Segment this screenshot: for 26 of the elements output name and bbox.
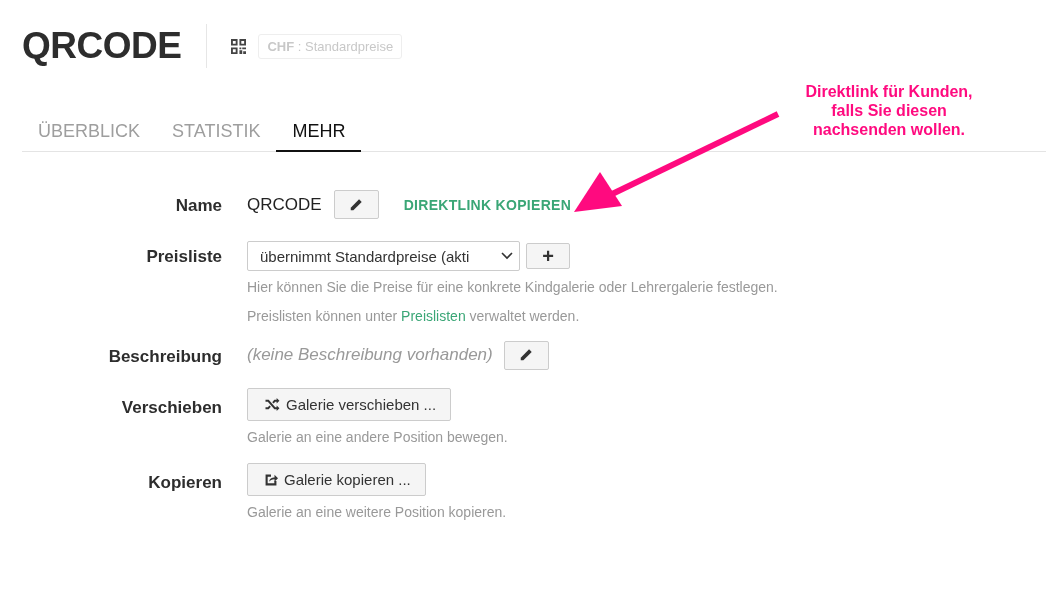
- help-text: Preislisten können unter Preislisten verwaltet werden.: [247, 307, 581, 325]
- qr-code-icon[interactable]: [231, 38, 247, 54]
- help-text: Hier können Sie die Preise für eine konkrete Kindgalerie oder Lehrergalerie festlegen.: [247, 279, 778, 296]
- price-list-select[interactable]: übernimmt Standardpreise (akti: [247, 241, 520, 271]
- field-label: Beschreibung: [107, 345, 222, 367]
- help-text: Galerie an eine weitere Position kopieren.: [247, 504, 507, 522]
- gallery-name: QRCODE: [247, 194, 322, 215]
- field-label: Kopieren: [147, 472, 222, 494]
- add-button[interactable]: +: [526, 243, 570, 269]
- move-button[interactable]: Galerie verschieben ...: [247, 387, 452, 421]
- page-title: QRCODE: [22, 25, 182, 67]
- pencil-icon: [349, 197, 364, 212]
- field-label: Verschieben: [120, 396, 222, 418]
- chevron-down-icon: [501, 252, 513, 260]
- help-text: Galerie an eine andere Position bewegen.: [247, 428, 508, 446]
- annotation-text: Direktlink für Kunden, falls Sie diesen nachsenden wollen.: [804, 82, 974, 140]
- pencil-icon: [519, 348, 534, 363]
- tab[interactable]: MEHR: [276, 113, 362, 152]
- copy-button[interactable]: Galerie kopieren ...: [247, 463, 426, 497]
- share-icon: [264, 472, 278, 487]
- description-text: (keine Beschreibung vorhanden): [247, 345, 493, 366]
- field-label: Preisliste: [145, 246, 222, 267]
- edit-button[interactable]: [503, 340, 549, 370]
- edit-button[interactable]: [333, 190, 379, 219]
- shuffle-icon: [264, 397, 280, 411]
- field-label: Name: [174, 195, 222, 216]
